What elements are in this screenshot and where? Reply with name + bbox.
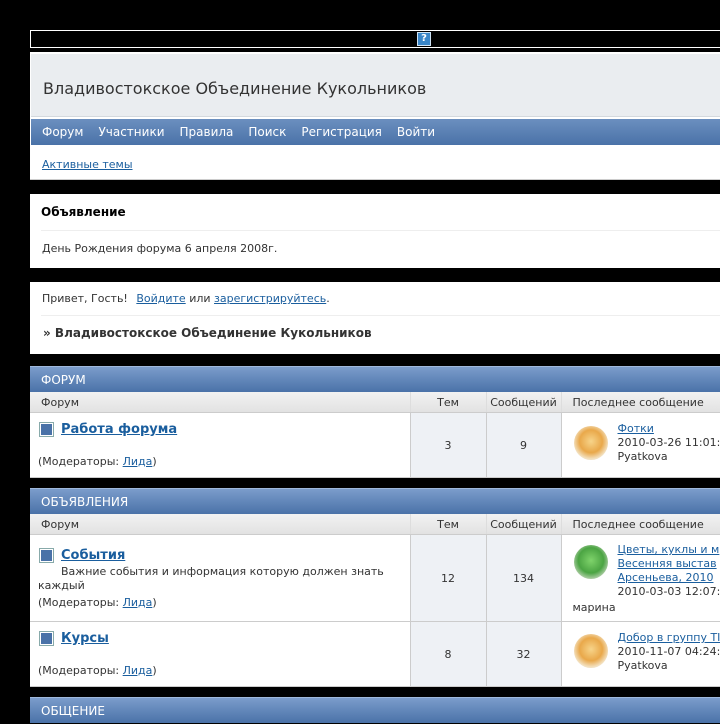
forum-table: Форум Тем Сообщений Последнее сообщение …: [30, 392, 720, 478]
last-post-link[interactable]: Фотки: [618, 422, 654, 435]
category-forum: ФОРУМ Форум Тем Сообщений Последнее сооб…: [30, 366, 720, 478]
category-communication: ОБЩЕНИЕ: [30, 697, 720, 720]
category-announcements: ОБЪЯВЛЕНИЯ Форум Тем Сообщений Последнее…: [30, 488, 720, 687]
col-last-post: Последнее сообщение: [561, 392, 720, 413]
moderators-label: (Модераторы:: [38, 455, 123, 468]
posts-count: 9: [486, 413, 561, 478]
moderators-close: ): [152, 664, 156, 677]
announcement-heading: Объявление: [41, 205, 126, 219]
moderator-link[interactable]: Лида: [123, 596, 153, 609]
col-forum: Форум: [30, 392, 410, 413]
table-header-row: Форум Тем Сообщений Последнее сообщение: [30, 392, 720, 413]
nav-members[interactable]: Участники: [98, 125, 164, 139]
nav-register[interactable]: Регистрация: [301, 125, 381, 139]
last-post-cell: Цветы, куклы и м Весенняя выстав Арсенье…: [561, 535, 720, 622]
forum-icon: [40, 549, 53, 562]
forum-description: Важние события и информация которую долж…: [38, 565, 398, 593]
forum-cell: События Важние события и информация кото…: [30, 535, 410, 622]
last-post-link[interactable]: Цветы, куклы и м: [618, 543, 720, 556]
site-header: Владивостокское Объединение Кукольников …: [30, 52, 720, 152]
welcome-box: Привет, Гость! Войдите или зарегистрируй…: [30, 282, 720, 354]
avatar: [574, 634, 608, 668]
last-post-user: марина: [573, 601, 616, 614]
register-link[interactable]: зарегистрируйтесь: [214, 292, 326, 305]
last-post-cell: Добор в группу ТІ 2010-11-07 04:24: Pyat…: [561, 622, 720, 687]
posts-count: 134: [486, 535, 561, 622]
last-post-user: Pyatkova: [618, 450, 668, 463]
col-topics: Тем: [410, 392, 486, 413]
active-topics-link[interactable]: Активные темы: [42, 158, 133, 171]
or-text: или: [186, 292, 214, 305]
forum-cell: Курсы (Модераторы: Лида): [30, 622, 410, 687]
help-icon[interactable]: ?: [417, 32, 431, 46]
avatar: [574, 426, 608, 460]
topics-count: 3: [410, 413, 486, 478]
nav-rules[interactable]: Правила: [180, 125, 234, 139]
table-row: Работа форума (Модераторы: Лида) 3 9 Фот…: [30, 413, 720, 478]
announcement-body: День Рождения форума 6 апреля 2008г.: [42, 242, 277, 255]
divider: [41, 315, 720, 316]
moderators-label: (Модераторы:: [38, 664, 123, 677]
moderators-label: (Модераторы:: [38, 596, 123, 609]
announcement-box: Объявление День Рождения форума 6 апреля…: [30, 194, 720, 268]
forum-link[interactable]: События: [61, 548, 125, 563]
table-row: События Важние события и информация кото…: [30, 535, 720, 622]
main-nav: Форум Участники Правила Поиск Регистраци…: [31, 119, 720, 145]
last-post-link-line2[interactable]: Весенняя выстав: [618, 557, 717, 570]
moderators: (Модераторы: Лида): [38, 664, 157, 677]
site-title: Владивостокское Объединение Кукольников: [43, 79, 426, 98]
divider: [41, 230, 720, 231]
breadcrumb: » Владивостокское Объединение Кукольнико…: [43, 326, 372, 340]
last-post-link[interactable]: Добор в группу ТІ: [618, 631, 720, 644]
forum-table: Форум Тем Сообщений Последнее сообщение …: [30, 514, 720, 687]
posts-count: 32: [486, 622, 561, 687]
moderators: (Модераторы: Лида): [38, 455, 157, 468]
greeting-text: Привет, Гость!: [42, 292, 128, 305]
col-topics: Тем: [410, 514, 486, 535]
sub-nav: Активные темы: [30, 152, 720, 180]
last-post-date: 2010-11-07 04:24:: [618, 645, 720, 658]
forum-icon: [40, 632, 53, 645]
last-post-link-line3[interactable]: Арсеньева, 2010: [618, 571, 714, 584]
category-header[interactable]: ФОРУМ: [30, 366, 720, 392]
last-post-date: 2010-03-03 12:07:: [618, 585, 720, 598]
category-header[interactable]: ОБЩЕНИЕ: [30, 697, 720, 723]
table-row: Курсы (Модераторы: Лида) 8 32 Добор в гр…: [30, 622, 720, 687]
avatar: [574, 545, 608, 579]
moderators-close: ): [152, 455, 156, 468]
forum-icon: [40, 423, 53, 436]
col-last-post: Последнее сообщение: [561, 514, 720, 535]
forum-link[interactable]: Курсы: [61, 631, 109, 646]
last-post-date: 2010-03-26 11:01:: [618, 436, 720, 449]
moderator-link[interactable]: Лида: [123, 664, 153, 677]
login-link[interactable]: Войдите: [136, 292, 185, 305]
forum-link[interactable]: Работа форума: [61, 422, 177, 437]
table-header-row: Форум Тем Сообщений Последнее сообщение: [30, 514, 720, 535]
last-post-user: Pyatkova: [618, 659, 668, 672]
nav-forum[interactable]: Форум: [42, 125, 83, 139]
topics-count: 8: [410, 622, 486, 687]
moderators-close: ): [152, 596, 156, 609]
period-text: .: [326, 292, 330, 305]
topics-count: 12: [410, 535, 486, 622]
nav-search[interactable]: Поиск: [248, 125, 286, 139]
greeting-line: Привет, Гость! Войдите или зарегистрируй…: [42, 292, 330, 305]
moderators: (Модераторы: Лида): [38, 596, 157, 609]
col-forum: Форум: [30, 514, 410, 535]
category-header[interactable]: ОБЪЯВЛЕНИЯ: [30, 488, 720, 514]
moderator-link[interactable]: Лида: [123, 455, 153, 468]
nav-login[interactable]: Войти: [397, 125, 435, 139]
last-post-cell: Фотки 2010-03-26 11:01: Pyatkova: [561, 413, 720, 478]
forum-cell: Работа форума (Модераторы: Лида): [30, 413, 410, 478]
col-posts: Сообщений: [486, 392, 561, 413]
top-bar: ?: [30, 30, 720, 48]
title-area: Владивостокское Объединение Кукольников: [31, 54, 720, 117]
col-posts: Сообщений: [486, 514, 561, 535]
